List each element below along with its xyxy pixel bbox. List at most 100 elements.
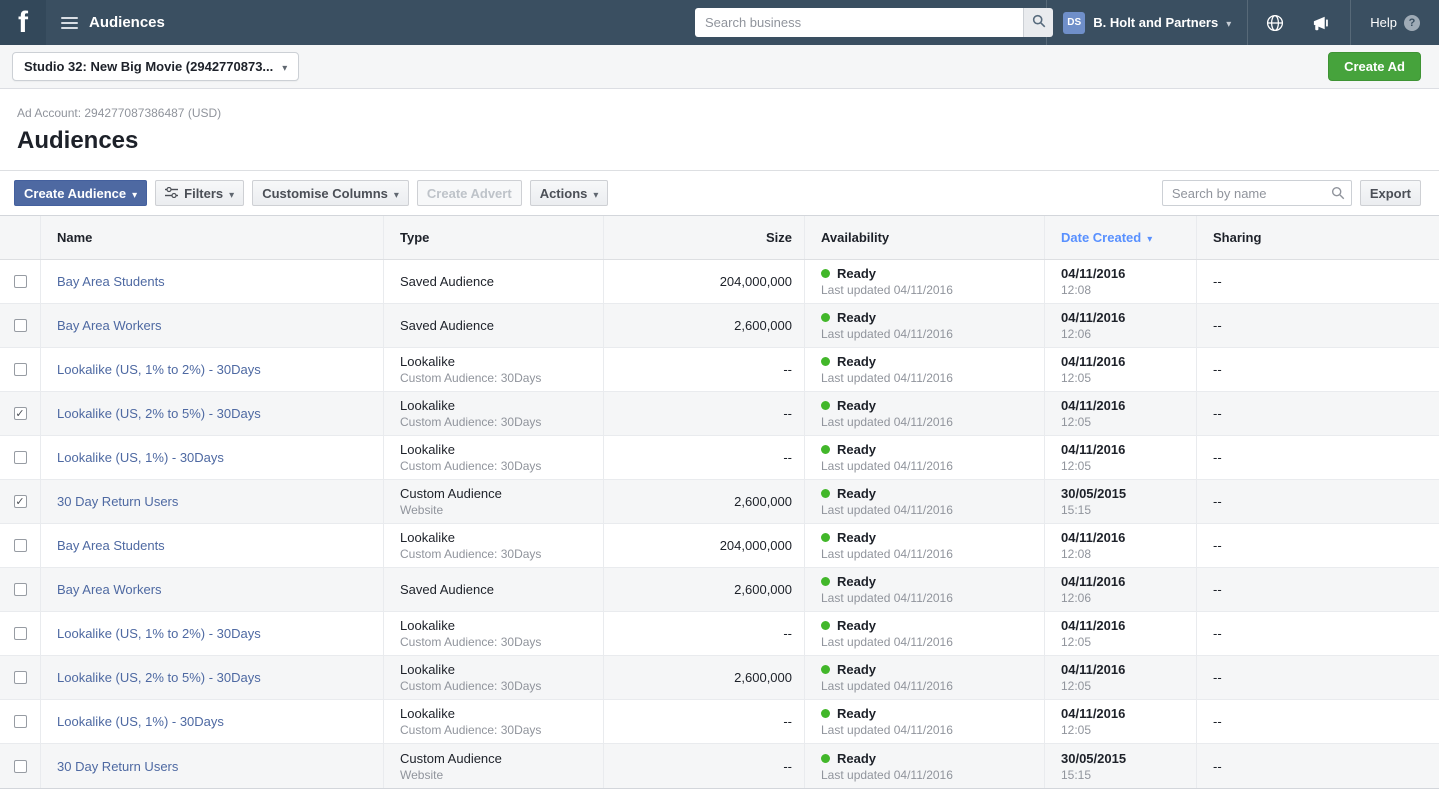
row-checkbox[interactable] [13, 539, 27, 552]
row-checkbox[interactable] [13, 671, 27, 684]
account-menu[interactable]: DS B. Holt and Partners [1046, 0, 1247, 45]
audience-name-link[interactable]: 30 Day Return Users [57, 759, 383, 774]
search-by-name [1161, 180, 1352, 206]
audience-name-link[interactable]: 30 Day Return Users [57, 494, 383, 509]
status-ready-icon [821, 313, 830, 322]
actions-button[interactable]: Actions [529, 180, 609, 206]
ad-account-selector[interactable]: Studio 32: New Big Movie (2942770873... [12, 52, 300, 81]
availability-status: Ready [837, 750, 877, 766]
date-created: 04/11/2016 [1061, 530, 1126, 545]
ad-account-selector-label: Studio 32: New Big Movie (2942770873... [24, 59, 274, 74]
row-checkbox[interactable] [13, 583, 27, 596]
row-checkbox[interactable] [13, 275, 27, 288]
row-checkbox[interactable] [13, 407, 27, 420]
create-audience-button[interactable]: Create Audience [14, 180, 148, 206]
availability-status: Ready [837, 310, 877, 325]
availability-updated: Last updated 04/11/2016 [821, 767, 953, 782]
column-header-name[interactable]: Name [41, 216, 384, 259]
row-select-cell [0, 656, 41, 699]
status-ready-icon [821, 357, 830, 366]
audience-size: -- [783, 758, 792, 774]
hamburger-menu-icon[interactable] [46, 0, 89, 45]
row-checkbox[interactable] [13, 319, 27, 332]
table-row: Lookalike (US, 1% to 2%) - 30Days Lookal… [0, 612, 1439, 656]
audience-name-link[interactable]: Lookalike (US, 1% to 2%) - 30Days [57, 362, 383, 377]
status-ready-icon [821, 489, 830, 498]
column-header-type[interactable]: Type [384, 216, 604, 259]
audience-name-link[interactable]: Lookalike (US, 2% to 5%) - 30Days [57, 670, 383, 685]
status-ready-icon [821, 269, 830, 278]
row-checkbox[interactable] [13, 759, 27, 773]
time-created: 12:05 [1061, 635, 1092, 649]
date-created: 04/11/2016 [1061, 574, 1126, 589]
sharing-value: -- [1213, 450, 1222, 465]
time-created: 12:05 [1061, 679, 1092, 693]
page-head: Ad Account: 294277087386487 (USD) Audien… [0, 89, 1439, 155]
page-title: Audiences [17, 127, 139, 154]
row-checkbox[interactable] [13, 451, 27, 464]
table-body: Bay Area Students Saved Audience 204,000… [0, 260, 1439, 788]
table-row: Lookalike (US, 2% to 5%) - 30Days Lookal… [0, 392, 1439, 436]
globe-icon[interactable] [1252, 0, 1298, 45]
availability-updated: Last updated 04/11/2016 [821, 327, 953, 341]
time-created: 12:05 [1061, 415, 1092, 429]
audience-name-link[interactable]: Bay Area Students [57, 538, 383, 553]
create-ad-button[interactable]: Create Ad [1328, 52, 1421, 81]
facebook-logo-icon[interactable]: f [0, 0, 46, 45]
business-name: B. Holt and Partners [1093, 15, 1219, 30]
column-header-date-created[interactable]: Date Created [1045, 216, 1197, 259]
audience-size: -- [783, 714, 792, 729]
sharing-value: -- [1213, 626, 1222, 641]
audience-type-sub: Custom Audience: 30Days [400, 415, 542, 429]
column-header-sharing[interactable]: Sharing [1197, 216, 1439, 259]
column-header-availability[interactable]: Availability [805, 216, 1045, 259]
audience-size: -- [783, 406, 792, 421]
availability-status: Ready [837, 618, 877, 633]
row-select-cell [0, 436, 41, 479]
audience-name-link[interactable]: Lookalike (US, 1%) - 30Days [57, 714, 383, 729]
status-ready-icon [821, 533, 830, 542]
table-row: Bay Area Students Lookalike Custom Audie… [0, 524, 1439, 568]
audience-name-link[interactable]: Bay Area Workers [57, 582, 383, 597]
business-search-input[interactable] [695, 8, 1023, 37]
export-button[interactable]: Export [1359, 180, 1421, 206]
filters-button[interactable]: Filters [155, 180, 245, 206]
availability-updated: Last updated 04/11/2016 [821, 591, 953, 605]
row-checkbox[interactable] [13, 363, 27, 376]
question-mark-icon: ? [1404, 14, 1420, 31]
business-search-button[interactable] [1023, 8, 1053, 37]
account-sub-header: Studio 32: New Big Movie (2942770873... … [0, 45, 1439, 89]
audience-name-link[interactable]: Lookalike (US, 2% to 5%) - 30Days [57, 406, 383, 421]
audience-type: Lookalike [400, 398, 455, 413]
ad-account-label: Ad Account: 294277087386487 (USD) [17, 106, 222, 120]
row-select-cell [0, 744, 41, 788]
sharing-value: -- [1213, 494, 1222, 509]
megaphone-icon[interactable] [1298, 0, 1346, 45]
row-select-cell [0, 392, 41, 435]
search-by-name-input[interactable] [1161, 180, 1352, 206]
create-audience-label: Create Audience [24, 185, 127, 201]
facebook-logo-letter: f [18, 5, 28, 39]
row-checkbox[interactable] [13, 627, 27, 640]
help-menu[interactable]: Help ? [1350, 0, 1439, 45]
audience-name-link[interactable]: Lookalike (US, 1% to 2%) - 30Days [57, 626, 383, 641]
audience-name-link[interactable]: Bay Area Students [57, 274, 383, 289]
select-all-cell[interactable] [0, 216, 41, 259]
business-search [695, 8, 1053, 37]
audiences-toolbar: Create Audience Filters Customise Column… [0, 171, 1439, 215]
audience-type: Lookalike [400, 530, 455, 545]
customise-columns-button[interactable]: Customise Columns [252, 180, 409, 206]
row-checkbox[interactable] [13, 495, 27, 508]
audience-type-sub: Custom Audience: 30Days [400, 635, 542, 649]
audience-name-link[interactable]: Lookalike (US, 1%) - 30Days [57, 450, 383, 465]
time-created: 12:05 [1061, 459, 1092, 473]
audience-type-sub: Website [400, 503, 444, 517]
status-ready-icon [821, 401, 830, 410]
row-checkbox[interactable] [13, 715, 27, 728]
table-header-row: Name Type Size Availability Date Created… [0, 216, 1439, 260]
column-header-size[interactable]: Size [604, 216, 805, 259]
date-created: 04/11/2016 [1061, 706, 1126, 721]
availability-updated: Last updated 04/11/2016 [821, 371, 953, 385]
row-select-cell [0, 480, 41, 523]
audience-name-link[interactable]: Bay Area Workers [57, 318, 383, 333]
